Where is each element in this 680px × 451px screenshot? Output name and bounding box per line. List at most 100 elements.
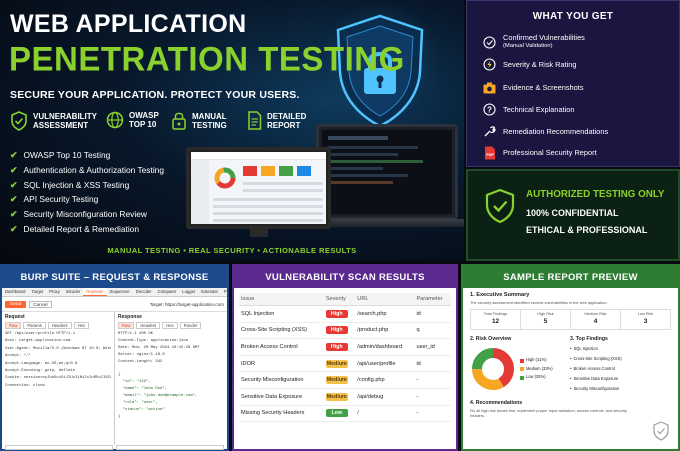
check-icon: ✔ bbox=[10, 223, 18, 234]
list-item: ✔ Security Misconfiguration Review bbox=[10, 207, 164, 222]
bullet-icon: • bbox=[570, 356, 572, 361]
check-icon: ✔ bbox=[10, 179, 18, 190]
wrench-icon bbox=[483, 125, 496, 138]
col-severity: Severity bbox=[323, 293, 356, 306]
feature-vulnerability: VULNERABILITY ASSESSMENT bbox=[10, 111, 97, 131]
feature-manual: MANUAL TESTING bbox=[171, 111, 227, 130]
issue-cell: Security Misconfiguration bbox=[239, 371, 324, 389]
burp-tab[interactable]: Repeater bbox=[83, 288, 107, 296]
burp-tab[interactable]: Logger bbox=[179, 288, 198, 296]
table-row[interactable]: Missing Security Headers Low / - bbox=[239, 405, 451, 423]
burp-tab[interactable]: Project bbox=[221, 288, 227, 296]
bullet-icon: • bbox=[570, 366, 572, 371]
cancel-button[interactable]: Cancel bbox=[29, 300, 52, 308]
table-row[interactable]: IDOR Medium/api/user/profile id bbox=[239, 355, 451, 373]
hero-banner: WEB APPLICATION PENETRATION TESTING SECU… bbox=[0, 0, 464, 261]
legend-swatch bbox=[520, 358, 524, 363]
severity-badge: Low bbox=[325, 409, 348, 418]
feature-line1: OWASP bbox=[129, 111, 159, 120]
burp-tab[interactable]: Extender bbox=[198, 288, 221, 296]
severity-badge: High bbox=[325, 326, 348, 335]
pane-tab[interactable]: Raw bbox=[5, 322, 22, 329]
section-text: The security assessment identified sever… bbox=[470, 300, 608, 305]
table-row[interactable]: Security Misconfiguration Medium/config.p… bbox=[239, 371, 451, 389]
pane-tab[interactable]: Params bbox=[23, 322, 46, 329]
pane-tab[interactable]: Raw bbox=[118, 322, 135, 329]
response-line: "name": "John Doe", bbox=[118, 387, 168, 392]
list-item: PDF Professional Security Report bbox=[483, 146, 597, 159]
laptop-screen bbox=[316, 124, 458, 220]
response-line bbox=[118, 366, 224, 373]
stat-label: High Risk bbox=[537, 312, 554, 316]
finding-item: • Broken Access Control bbox=[570, 366, 615, 371]
svg-text:PDF: PDF bbox=[486, 153, 494, 157]
pane-tab[interactable]: Headers bbox=[136, 322, 161, 329]
panel-title: WHAT YOU GET bbox=[532, 11, 614, 22]
legend-swatch bbox=[520, 367, 524, 371]
hero-tagline: SECURE YOUR APPLICATION. PROTECT YOUR US… bbox=[10, 89, 300, 101]
burp-tab[interactable]: Proxy bbox=[46, 288, 63, 296]
document-icon bbox=[248, 111, 262, 130]
table-row[interactable]: Cross-Site Scripting (XSS) High/product.p… bbox=[239, 322, 451, 340]
legend-swatch bbox=[520, 375, 524, 380]
param-cell: id bbox=[414, 305, 451, 323]
legend-item: Low (25%) bbox=[520, 373, 553, 382]
burp-tab[interactable]: Target bbox=[29, 288, 47, 296]
table-row[interactable]: Sensitive Data Exposure Medium/api/debug - bbox=[239, 388, 451, 406]
request-line: Connection: close bbox=[5, 383, 45, 388]
stat-label: Medium Risk bbox=[584, 312, 607, 316]
issue-cell: Broken Access Control bbox=[239, 338, 324, 356]
param-cell: - bbox=[414, 388, 451, 406]
monitor-stand bbox=[250, 229, 268, 237]
check-icon: ✔ bbox=[10, 150, 18, 160]
pane-tab[interactable]: Hex bbox=[73, 322, 90, 329]
request-line: Cookie: session=eyJhbGciOiJIUzI1NiIsInR5… bbox=[5, 376, 111, 381]
request-line: GET /api/user/profile HTTP/1.1 bbox=[5, 332, 76, 336]
feature-owasp: OWASP TOP 10 bbox=[106, 111, 159, 129]
stat-value: 3 bbox=[643, 318, 648, 325]
param-cell: user_id bbox=[414, 338, 451, 356]
col-parameter: Parameter bbox=[414, 293, 451, 306]
pane-tab[interactable]: Render bbox=[179, 322, 202, 329]
section-text: Fix all high risk issues first, implemen… bbox=[470, 408, 627, 418]
table-row[interactable]: Broken Access Control High/admin/dashboar… bbox=[239, 338, 451, 356]
shield-check-icon bbox=[485, 188, 515, 224]
feature-line2: REPORT bbox=[267, 120, 301, 130]
pane-tab[interactable]: Headers bbox=[47, 322, 72, 329]
request-pane[interactable]: Request Raw Params Headers Hex GET /api/use… bbox=[2, 312, 115, 445]
stat-cell: Medium Risk 4 bbox=[571, 310, 621, 329]
bullet-icon: • bbox=[570, 376, 572, 381]
burp-tab[interactable]: Intruder bbox=[63, 288, 83, 296]
what-you-get-panel: WHAT YOU GET Confirmed Vulnerabilities (M… bbox=[466, 0, 680, 167]
list-item: Severity & Risk Rating bbox=[483, 58, 577, 71]
section-title: 1. Executive Summary bbox=[470, 292, 530, 298]
legend-item: Medium (33%) bbox=[520, 365, 553, 374]
burp-tab[interactable]: Sequencer bbox=[107, 288, 133, 296]
response-line: HTTP/1.1 200 OK bbox=[118, 332, 154, 336]
check-icon: ✔ bbox=[10, 164, 18, 175]
response-pane[interactable]: Response Raw Headers Hex Render HTTP/1.1 20… bbox=[115, 312, 227, 445]
burp-tab[interactable]: Comparer bbox=[155, 288, 180, 296]
table-row[interactable]: SQL Injection High/search.php id bbox=[239, 305, 451, 323]
url-cell: /api/debug bbox=[355, 388, 415, 406]
stat-label: Total Findings bbox=[483, 312, 508, 316]
issue-cell: IDOR bbox=[239, 355, 324, 373]
request-line: Accept-Language: en-US,en;q=0.9 bbox=[5, 361, 78, 366]
stat-value: 5 bbox=[543, 318, 548, 325]
request-line: Accept-Encoding: gzip, deflate bbox=[5, 369, 76, 374]
stat-cell: High Risk 5 bbox=[521, 310, 571, 329]
burp-tab[interactable]: Dashboard bbox=[2, 288, 29, 296]
burp-tab[interactable]: Decoder bbox=[133, 288, 155, 296]
send-button[interactable]: Send bbox=[5, 300, 27, 308]
bullet-icon: • bbox=[570, 346, 572, 351]
feature-line1: MANUAL bbox=[192, 111, 227, 121]
lock-icon bbox=[172, 112, 186, 130]
monitor-screen bbox=[186, 147, 331, 229]
list-item: ? Technical Explanation bbox=[483, 103, 575, 116]
url-cell: /admin/dashboard bbox=[355, 338, 415, 356]
pane-tab[interactable]: Hex bbox=[162, 322, 178, 329]
finding-item: • Sensitive Data Exposure bbox=[570, 376, 619, 381]
vuln-panel: VULNERABILITY SCAN RESULTS Issue Severit… bbox=[232, 264, 458, 451]
param-cell: - bbox=[414, 405, 451, 423]
issue-cell: Sensitive Data Exposure bbox=[239, 388, 324, 406]
